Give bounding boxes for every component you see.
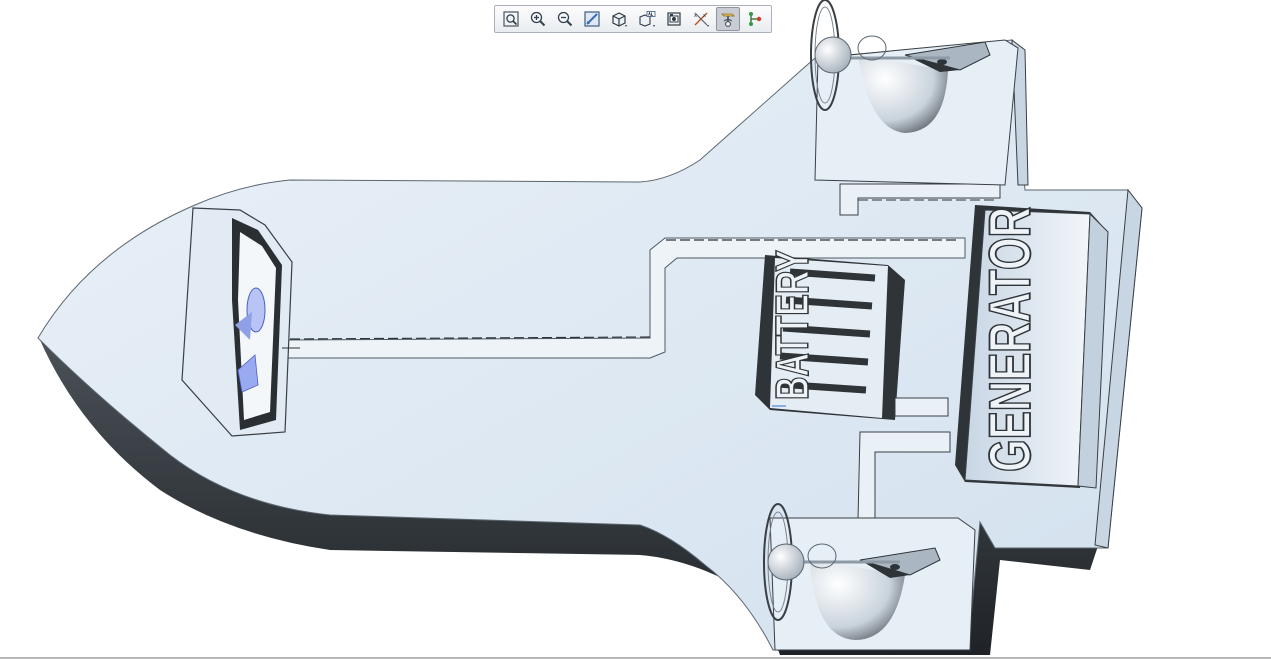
repaint-button[interactable] [580, 7, 604, 31]
boat-model-render[interactable]: BATTERY GENERATOR [0, 0, 1271, 657]
battery-block: BATTERY [755, 249, 905, 420]
view-manager-icon [665, 10, 683, 28]
display-style-button[interactable] [607, 7, 631, 31]
generator-block: GENERATOR [955, 205, 1109, 489]
view-manager-button[interactable] [662, 7, 686, 31]
lower-propeller-pod [763, 503, 976, 651]
annotation-display-icon [746, 10, 764, 28]
repaint-icon [583, 10, 601, 28]
datum-display-button[interactable]: xx [689, 7, 713, 31]
graphics-viewport[interactable]: xx BATTERY GENERATOR [0, 0, 1271, 659]
spin-center-button[interactable] [716, 7, 741, 31]
refit-zoom-icon [502, 10, 520, 28]
upper-propeller-pod [810, 0, 1019, 186]
svg-text:x: x [703, 13, 706, 19]
annotation-display-button[interactable] [743, 7, 767, 31]
svg-text:x: x [694, 13, 697, 19]
saved-orientations-icon [638, 10, 656, 28]
zoom-in-icon [529, 10, 547, 28]
zoom-in-button[interactable] [526, 7, 550, 31]
graphics-toolbar: xx [494, 5, 772, 33]
zoom-out-button[interactable] [553, 7, 577, 31]
zoom-out-icon [556, 10, 574, 28]
generator-label: GENERATOR [978, 207, 1043, 472]
datum-display-filters-icon: xx [692, 10, 710, 28]
battery-label: BATTERY [766, 250, 818, 400]
saved-orientations-button[interactable] [635, 7, 659, 31]
display-style-cube-icon [610, 10, 628, 28]
spin-center-icon [719, 10, 737, 28]
refit-button[interactable] [499, 7, 523, 31]
